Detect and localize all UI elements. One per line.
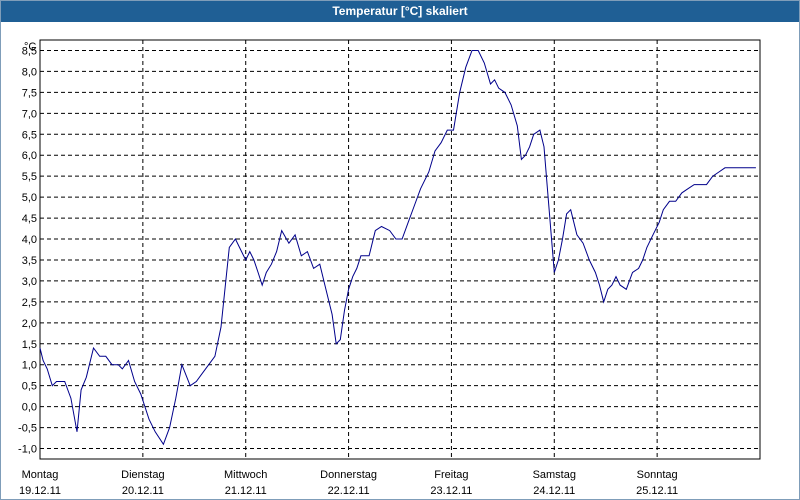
x-tick-date-label: 25.12.11: [636, 485, 678, 497]
grid: [40, 40, 760, 459]
y-tick-label: 1,0: [22, 360, 37, 372]
y-tick-label: 4,0: [22, 234, 37, 246]
y-tick-label: 0,5: [22, 381, 37, 393]
x-tick-day-label: Mittwoch: [224, 469, 267, 481]
y-tick-label: 3,5: [22, 255, 37, 267]
x-tick-day-label: Samstag: [533, 469, 576, 481]
y-tick-label: 6,0: [22, 150, 37, 162]
temperature-chart: 8,58,07,57,06,56,05,55,04,54,03,53,02,52…: [18, 39, 761, 497]
y-tick-label: 7,5: [22, 87, 37, 99]
y-tick-label: -0,5: [18, 423, 37, 435]
y-tick-label: 8,0: [22, 66, 37, 78]
x-tick-day-label: Donnerstag: [320, 469, 377, 481]
y-tick-label: 7,0: [22, 108, 37, 120]
x-tick-day-label: Montag: [22, 469, 59, 481]
plot-area: [39, 39, 761, 460]
y-tick-label: 2,0: [22, 318, 37, 330]
x-axis: Montag 19.12.11 Dienstag 20.12.11 Mittwoch 21…: [19, 469, 678, 497]
x-tick-day-label: Sonntag: [637, 469, 678, 481]
y-tick-label: 5,5: [22, 171, 37, 183]
x-tick-date-label: 22.12.11: [328, 485, 370, 497]
y-tick-label: 2,5: [22, 297, 37, 309]
x-tick-date-label: 23.12.11: [430, 485, 472, 497]
y-axis-unit-label: °C: [24, 41, 36, 53]
y-tick-label: 5,0: [22, 192, 37, 204]
x-tick-day-label: Dienstag: [121, 469, 164, 481]
y-tick-label: 1,5: [22, 339, 37, 351]
y-tick-label: 4,5: [22, 213, 37, 225]
x-tick-date-label: 24.12.11: [533, 485, 575, 497]
y-tick-label: -1,0: [18, 444, 37, 456]
y-axis: 8,58,07,57,06,56,05,55,04,54,03,53,02,52…: [18, 45, 37, 455]
y-tick-label: 0,0: [22, 402, 37, 414]
y-tick-label: 3,0: [22, 276, 37, 288]
x-tick-date-label: 20.12.11: [122, 485, 164, 497]
x-tick-day-label: Freitag: [434, 469, 468, 481]
x-tick-date-label: 21.12.11: [225, 485, 267, 497]
x-tick-date-label: 19.12.11: [19, 485, 61, 497]
y-tick-label: 6,5: [22, 129, 37, 141]
